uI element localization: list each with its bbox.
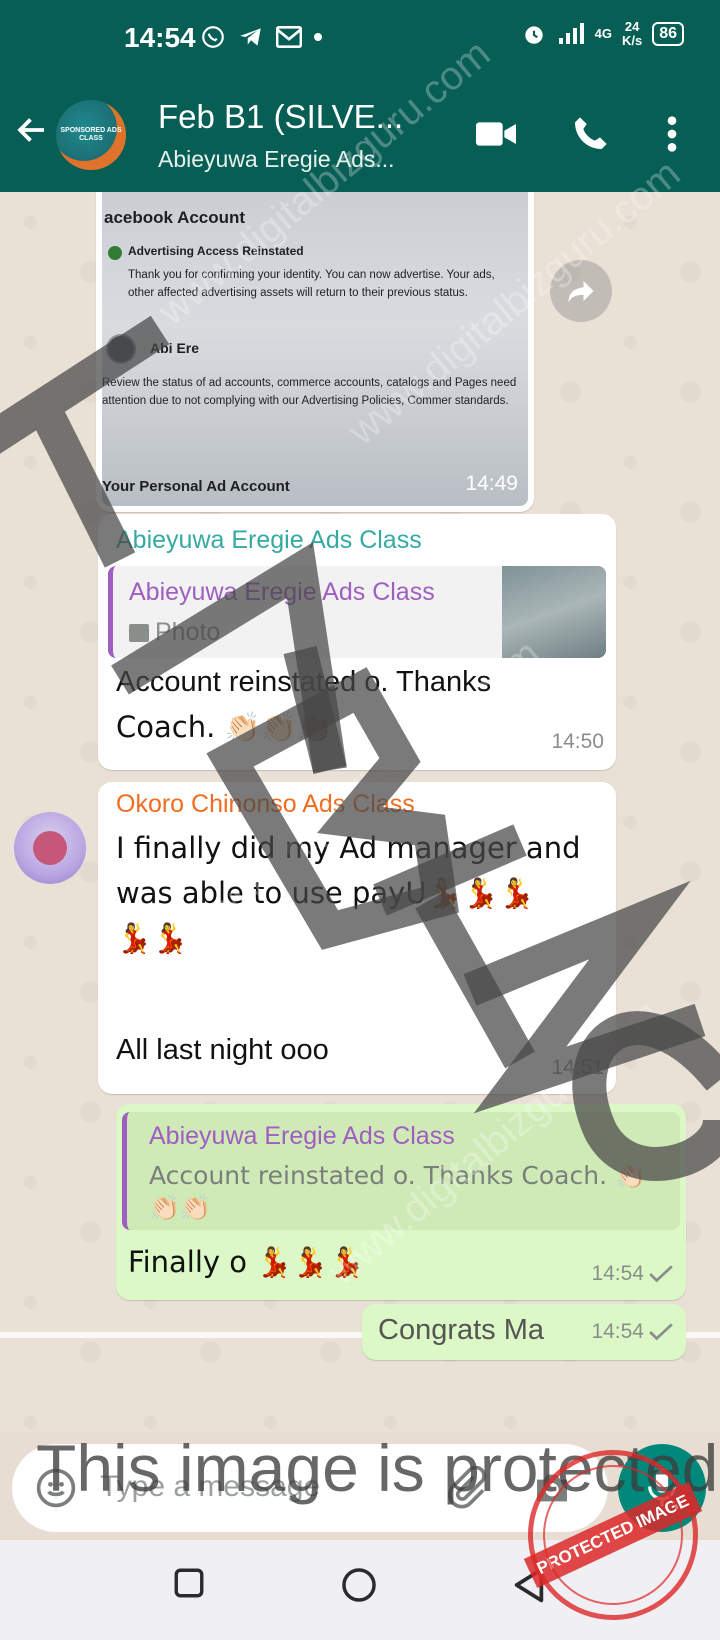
message-text: Congrats Ma [378,1314,545,1346]
alarm-icon [524,26,543,44]
message-time: 14:54 [591,1320,644,1343]
quoted-sender: Abieyuwa Eregie Ads Class [129,578,435,606]
quoted-message[interactable]: Abieyuwa Eregie Ads Class Account reinst… [122,1112,680,1230]
quoted-thumbnail [502,566,606,658]
chat-subtitle[interactable]: Abieyuwa Eregie Ads... [158,146,395,173]
status-bar: 14:54 4G 24 K/s 86 [0,0,720,78]
protected-watermark: This image is protected [36,1431,719,1505]
message-text: Finally o 💃💃💃 [128,1245,365,1279]
read-check-icon [649,1265,673,1283]
gmail-icon [276,26,302,48]
avatar [106,334,136,364]
back-arrow-icon[interactable] [14,112,50,148]
read-check-icon [649,1323,673,1341]
photo-icon [129,623,149,642]
message-photo[interactable]: acebook Account Advertising Access Reins… [102,192,528,506]
message-time: 14:50 [551,730,604,753]
more-options-icon[interactable] [666,114,678,154]
incoming-message[interactable]: Abieyuwa Eregie Ads Class Abieyuwa Eregi… [98,514,616,770]
message-text: All last night ooo [116,1034,329,1066]
chat-area[interactable]: acebook Account Advertising Access Reins… [0,192,720,1432]
quoted-text: Photo [155,618,221,646]
whatsapp-icon [202,26,224,48]
signal-icon [558,23,584,44]
chat-header: SPONSORED ADS CLASS Feb B1 (SILVE... Abi… [0,78,720,192]
image-message[interactable]: acebook Account Advertising Access Reins… [96,192,534,512]
home-icon[interactable] [340,1566,378,1604]
quoted-message[interactable]: Abieyuwa Eregie Ads Class Photo [108,566,606,658]
group-avatar[interactable]: SPONSORED ADS CLASS [56,100,126,170]
sender-name[interactable]: Abieyuwa Eregie Ads Class [116,526,422,555]
message-text: Account reinstated o. Thanks Coach. 👏🏻👏🏻… [116,666,492,744]
telegram-icon [240,28,261,46]
outgoing-message[interactable]: Abieyuwa Eregie Ads Class Account reinst… [116,1104,686,1300]
check-icon [108,246,122,260]
status-time: 14:54 [124,22,196,53]
system-nav-bar [0,1540,720,1640]
avatar[interactable] [14,812,86,884]
quoted-sender: Abieyuwa Eregie Ads Class [149,1122,455,1150]
chat-title[interactable]: Feb B1 (SILVE... [158,98,403,136]
network-type: 4G [594,26,612,41]
sender-name[interactable]: Okoro Chinonso Ads Class [116,790,415,819]
incoming-message[interactable]: Okoro Chinonso Ads Class I finally did m… [98,782,616,1094]
message-time: 14:51 [551,1056,604,1079]
message-time: 14:49 [465,472,518,495]
network-speed: 24 K/s [621,19,643,48]
quoted-text: Account reinstated o. Thanks Coach. 👏🏻 👏… [149,1161,647,1222]
battery-indicator: 86 [652,22,684,46]
recent-apps-icon[interactable] [172,1566,206,1600]
message-time: 14:54 [591,1262,644,1285]
back-nav-icon[interactable] [512,1566,546,1604]
forward-button[interactable] [550,260,612,322]
phone-call-icon[interactable] [570,114,610,154]
message-text: I finally did my Ad manager and was able… [116,831,581,955]
video-call-icon[interactable] [474,114,518,154]
notification-dot-icon [314,33,322,41]
forward-icon [568,281,594,303]
outgoing-message[interactable]: Congrats Ma 14:54 [362,1304,686,1360]
